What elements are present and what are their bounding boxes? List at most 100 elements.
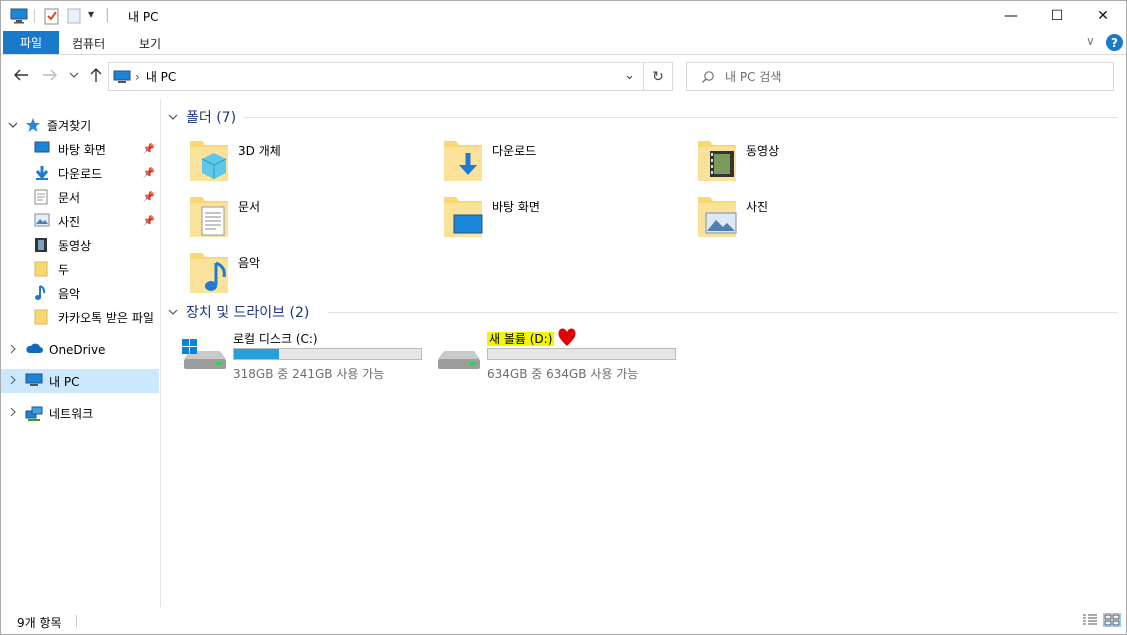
forward-button[interactable]: [41, 66, 59, 84]
large-icons-view-icon: [1104, 614, 1120, 626]
group-divider: [244, 117, 1118, 118]
nav-item-documents[interactable]: 문서 📌: [1, 185, 159, 209]
search-input[interactable]: 내 PC 검색: [686, 62, 1114, 91]
chevron-down-icon: [69, 72, 79, 78]
folder-tile-3d-objects[interactable]: 3D 개체: [188, 137, 438, 187]
folder-label: 음악: [238, 256, 261, 270]
group-divider: [328, 312, 1118, 313]
forward-arrow-icon: [43, 69, 57, 81]
folder-label: 3D 개체: [238, 144, 281, 158]
drive-label: 새 볼륨 (D:): [487, 330, 555, 347]
music-icon: [190, 253, 228, 293]
status-bar: 9개 항목: [1, 607, 1126, 634]
window-title: 내 PC: [128, 10, 159, 24]
drive-tile-d[interactable]: 새 볼륨 (D:) 634GB 중 634GB 사용 가능: [434, 328, 684, 383]
nav-item-downloads[interactable]: 다운로드 📌: [1, 161, 159, 185]
onedrive-icon: [25, 342, 43, 358]
nav-label: 사진: [58, 214, 81, 229]
folder-tile-desktop[interactable]: 바탕 화면: [442, 193, 692, 243]
item-count: 9개 항목: [17, 616, 62, 630]
nav-label: OneDrive: [49, 343, 106, 357]
recent-locations-button[interactable]: [67, 66, 81, 84]
drives-group-header[interactable]: 장치 및 드라이브 (2): [168, 301, 309, 323]
back-arrow-icon: [14, 69, 28, 81]
close-button[interactable]: ✕: [1080, 1, 1126, 31]
nav-label: 즐겨찾기: [47, 118, 92, 133]
drive-icon: [438, 351, 480, 369]
nav-item-folder-du[interactable]: 두: [1, 257, 159, 281]
address-bar[interactable]: › 내 PC ⌄: [108, 62, 644, 91]
folder-icon: [34, 309, 52, 325]
drive-usage-fill: [234, 349, 279, 359]
chevron-right-icon[interactable]: [1, 375, 25, 388]
chevron-right-icon[interactable]: [1, 407, 25, 420]
drive-usage-bar: [233, 348, 422, 360]
help-icon[interactable]: ?: [1106, 34, 1123, 51]
nav-item-music[interactable]: 음악: [1, 281, 159, 305]
breadcrumb-this-pc[interactable]: 내 PC: [146, 68, 176, 85]
nav-item-videos[interactable]: 동영상: [1, 233, 159, 257]
details-view-button[interactable]: [1081, 613, 1099, 627]
star-icon: [25, 117, 41, 133]
chevron-right-icon[interactable]: [1, 344, 25, 357]
folder-label: 문서: [238, 200, 261, 214]
details-view-icon: [1083, 614, 1097, 625]
refresh-button[interactable]: ↻: [644, 62, 673, 91]
nav-network[interactable]: 네트워크: [1, 401, 159, 425]
large-icons-view-button[interactable]: [1103, 613, 1121, 627]
qat-dropdown-icon[interactable]: ▾: [88, 7, 94, 21]
chevron-down-icon[interactable]: [1, 119, 25, 132]
this-pc-app-icon[interactable]: [10, 8, 28, 24]
folder-tile-downloads[interactable]: 다운로드: [442, 137, 692, 187]
tab-file[interactable]: 파일: [3, 31, 59, 54]
chevron-down-icon[interactable]: [168, 306, 182, 319]
minimize-icon: —: [1004, 8, 1018, 24]
network-icon: [25, 405, 43, 421]
tab-view[interactable]: 보기: [139, 35, 161, 52]
nav-this-pc[interactable]: 내 PC: [1, 369, 159, 393]
drive-space-text: 318GB 중 241GB 사용 가능: [233, 367, 385, 381]
new-folder-icon[interactable]: [67, 8, 81, 24]
nav-quick-access[interactable]: 즐겨찾기: [1, 113, 159, 137]
drive-space-text: 634GB 중 634GB 사용 가능: [487, 367, 639, 381]
pin-icon: 📌: [142, 215, 155, 227]
pictures-icon: [34, 213, 52, 229]
maximize-button[interactable]: ☐: [1034, 1, 1080, 31]
path-separator: ›: [135, 69, 140, 84]
minimize-button[interactable]: —: [988, 1, 1034, 31]
drive-tile-c[interactable]: 로컬 디스크 (C:) 318GB 중 241GB 사용 가능: [180, 329, 430, 383]
music-icon: [34, 285, 52, 301]
folder-label: 바탕 화면: [492, 200, 540, 214]
folder-label: 사진: [746, 200, 769, 214]
address-row: › 내 PC ⌄ ↻ 내 PC 검색: [1, 56, 1126, 96]
nav-label: 문서: [58, 190, 81, 205]
drive-label: 로컬 디스크 (C:): [233, 332, 318, 346]
chevron-down-icon[interactable]: [168, 111, 182, 124]
highlighted-drive-label: 새 볼륨 (D:): [487, 332, 555, 346]
folder-tile-videos[interactable]: 동영상: [696, 137, 946, 187]
nav-onedrive[interactable]: OneDrive: [1, 338, 159, 362]
nav-label: 카카오톡 받은 파일: [58, 310, 154, 325]
status-separator: [76, 615, 77, 627]
document-icon: [190, 197, 228, 237]
up-button[interactable]: [87, 66, 105, 84]
maximize-icon: ☐: [1050, 8, 1064, 24]
folders-group-header[interactable]: 폴더 (7): [168, 106, 236, 128]
title-bar: ▾ | 내 PC — ☐ ✕: [1, 1, 1126, 31]
nav-item-pictures[interactable]: 사진 📌: [1, 209, 159, 233]
tab-computer[interactable]: 컴퓨터: [72, 35, 105, 52]
up-arrow-icon: [90, 68, 102, 82]
nav-item-kakaotalk-files[interactable]: 카카오톡 받은 파일: [1, 305, 159, 329]
folder-tile-documents[interactable]: 문서: [188, 193, 438, 243]
folder-tile-music[interactable]: 음악: [188, 249, 438, 299]
folder-label: 동영상: [746, 144, 780, 158]
ribbon-expand-icon[interactable]: ∨: [1086, 34, 1095, 48]
properties-icon[interactable]: [44, 7, 60, 25]
address-dropdown-icon[interactable]: ⌄: [624, 68, 635, 83]
nav-label: 네트워크: [49, 406, 94, 421]
folder-tile-pictures[interactable]: 사진: [696, 193, 946, 243]
nav-item-desktop[interactable]: 바탕 화면 📌: [1, 137, 159, 161]
back-button[interactable]: [12, 66, 30, 84]
desktop-icon: [444, 197, 483, 237]
search-icon: [702, 70, 714, 83]
